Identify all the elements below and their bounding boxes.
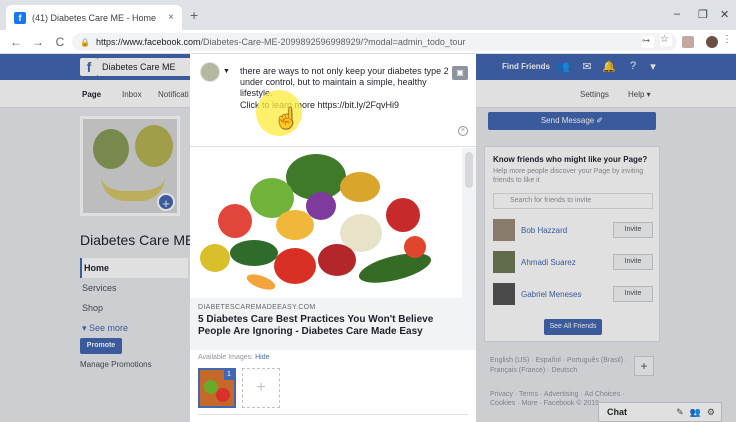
remove-preview-icon[interactable]: × [458, 126, 468, 136]
new-tab-button[interactable]: + [190, 7, 198, 23]
preview-scrollbar[interactable] [462, 148, 476, 298]
caret-down-icon[interactable]: ▼ [223, 68, 230, 75]
browser-tab-strip: f (41) Diabetes Care ME - Home × + – ❐ ✕ [0, 0, 736, 30]
maximize-button[interactable]: ❐ [698, 8, 708, 21]
url-path: /Diabetes-Care-ME-2099892596998929/?moda… [200, 37, 466, 47]
forward-icon[interactable]: → [32, 35, 44, 49]
url-input[interactable]: 🔒 https://www.facebook.com/Diabetes-Care… [72, 33, 677, 51]
hide-link[interactable]: Hide [255, 354, 269, 361]
address-bar-row: ← → C 🔒 https://www.facebook.com/Diabete… [0, 30, 736, 54]
url-domain: https://www.facebook.com [95, 37, 201, 47]
divider [190, 146, 476, 147]
minimize-button[interactable]: – [674, 8, 680, 20]
add-image-button[interactable]: + [242, 368, 280, 408]
browser-tab[interactable]: f (41) Diabetes Care ME - Home × [6, 5, 182, 30]
window-close-button[interactable]: ✕ [720, 8, 729, 21]
menu-icon[interactable]: ⋮ [722, 34, 734, 46]
available-images-label: Available Images: Hide [198, 354, 270, 361]
post-composer-modal: ▼ there are ways to not only keep your d… [190, 54, 476, 422]
tab-title: (41) Diabetes Care ME - Home [32, 12, 157, 23]
image-count-badge: 1 [224, 370, 234, 380]
profile-avatar[interactable] [706, 36, 718, 48]
link-preview-card[interactable]: DIABETESCAREMADEEASY.COM 5 Diabetes Care… [190, 298, 476, 350]
selected-image-thumbnail[interactable]: 1 [198, 368, 236, 408]
link-domain: DIABETESCAREMADEEASY.COM [198, 304, 316, 311]
extension-icon[interactable] [682, 36, 694, 48]
divider [198, 414, 468, 415]
avatar [200, 62, 220, 82]
scrollbar-thumb[interactable] [465, 152, 473, 188]
link-preview-image [190, 148, 462, 298]
facebook-favicon-icon: f [14, 11, 26, 24]
key-icon[interactable]: ⊶ [642, 36, 654, 48]
tab-close-icon[interactable]: × [168, 12, 174, 23]
lock-icon: 🔒 [80, 37, 90, 47]
link-headline: 5 Diabetes Care Best Practices You Won't… [198, 314, 434, 337]
hand-cursor-icon: ☝ [274, 108, 299, 130]
photo-icon[interactable]: ▣ [452, 66, 468, 80]
reload-icon[interactable]: C [54, 35, 66, 49]
star-icon[interactable]: ☆ [660, 34, 672, 46]
back-icon[interactable]: ← [10, 35, 22, 49]
